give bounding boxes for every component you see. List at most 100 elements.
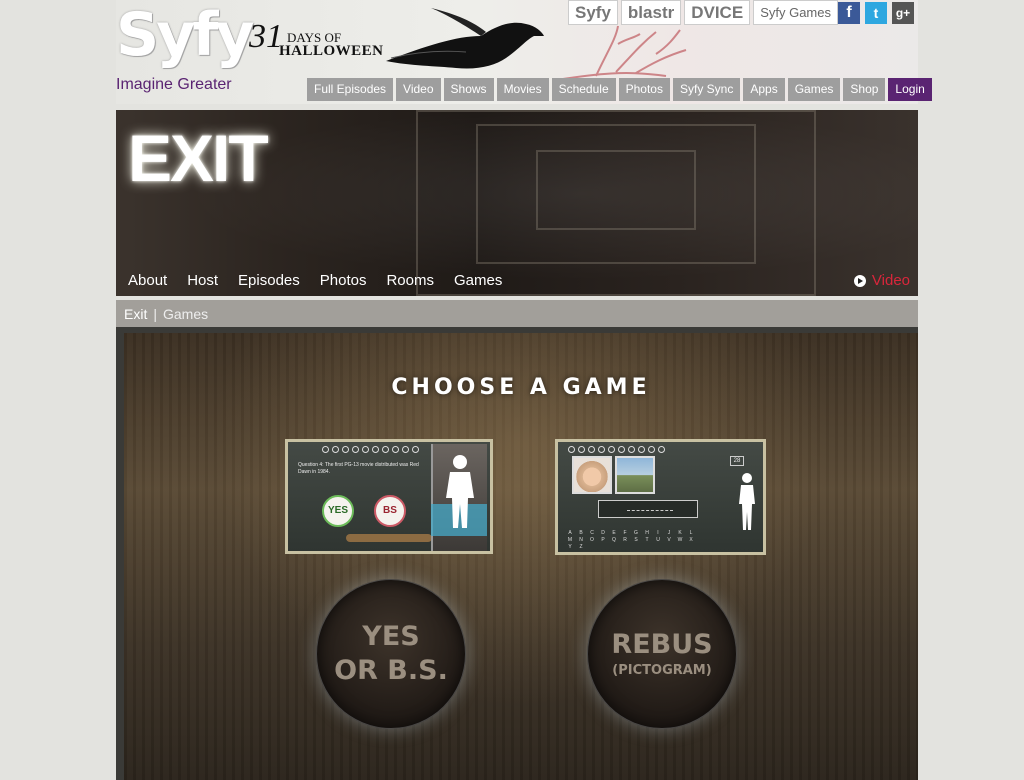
promo-number: 31 [249,18,283,55]
show-tab-photos[interactable]: Photos [320,272,367,289]
letter-key: U [656,537,660,543]
show-tab-host[interactable]: Host [187,272,218,289]
letter-key: P [601,537,605,543]
answer-blank [598,500,698,518]
progress-dot [332,446,339,453]
letter-key: F [623,530,627,536]
letter-key: A [568,530,572,536]
clue-counter: 28 [730,456,744,466]
progress-dot [628,446,635,453]
letter-keyboard: A B C D E F G H I J K L M N O P Q R S T … [566,530,696,550]
progress-dot [578,446,585,453]
letter-key: I [657,530,659,536]
tagline: Imagine Greater [116,76,232,93]
facebook-icon[interactable]: f [838,2,860,24]
letter-key: R [623,537,627,543]
letter-key: J [667,530,671,536]
nav-syfy-sync[interactable]: Syfy Sync [672,78,741,101]
letter-key: C [590,530,594,536]
letter-key: W [677,537,683,543]
31-days-of-halloween-logo[interactable]: 31 DAYS OF HALLOWEEN [249,18,383,59]
show-tab-about[interactable]: About [128,272,167,289]
letter-key: S [634,537,638,543]
letter-key: X [689,537,693,543]
letter-key: V [667,537,671,543]
page: Syfy Imagine Greater 31 DAYS OF HALLOWEE… [116,0,932,780]
question-text: Question 4: The first PG-13 movie distri… [298,462,419,475]
yes-or-bs-preview[interactable]: Question 4: The first PG-13 movie distri… [285,439,493,554]
road-picture [615,456,655,494]
baby-picture [572,456,612,494]
brand-dvice-link[interactable]: DVICE [684,0,751,25]
progress-dot [352,446,359,453]
letter-key: Y [568,544,572,550]
games-section: CHOOSE A GAME Question 4: The first PG-1… [116,327,918,780]
syfy-logo[interactable]: Syfy [116,4,255,66]
progress-dot [608,446,615,453]
show-nav: About Host Episodes Photos Rooms Games [128,272,502,289]
person-silhouette-icon [739,473,755,530]
rebus-button[interactable]: REBUS (PICTOGRAM) [587,579,737,729]
person-silhouette-icon [446,455,474,528]
breadcrumb-home[interactable]: Exit [124,306,147,322]
letter-key: Q [612,537,616,543]
bs-bubble: BS [374,495,406,527]
progress-dot [648,446,655,453]
site-header: Syfy Imagine Greater 31 DAYS OF HALLOWEE… [116,0,932,104]
video-link[interactable]: Video [853,272,910,289]
google-plus-icon[interactable]: g+ [892,2,914,24]
corridor-frame [536,150,696,230]
letter-key: D [601,530,605,536]
nav-photos[interactable]: Photos [618,78,670,101]
crow-illustration [386,8,544,69]
video-link-label: Video [871,272,910,289]
nav-games[interactable]: Games [787,78,841,101]
rebus-preview[interactable]: 28 A B C D E F G H I J K L M N O P Q R S… [555,439,766,555]
breadcrumb-separator: | [153,305,157,322]
rebus-title-line2: (PICTOGRAM) [612,663,712,678]
progress-dot [598,446,605,453]
yes-or-bs-title-line2: OR B.S. [334,655,448,686]
login-button[interactable]: Login [888,78,932,101]
progress-dot [588,446,595,453]
letter-key: E [612,530,616,536]
progress-dot [618,446,625,453]
show-tab-rooms[interactable]: Rooms [386,272,434,289]
nav-apps[interactable]: Apps [743,78,785,101]
letter-key: B [579,530,583,536]
twitter-icon[interactable]: t [865,2,887,24]
yes-or-bs-title-line1: YES [362,621,420,652]
nav-video[interactable]: Video [396,78,441,101]
nav-full-episodes[interactable]: Full Episodes [307,78,394,101]
progress-dot [658,446,665,453]
pipe [346,534,432,542]
promo-line2: HALLOWEEN [279,43,384,59]
progress-dot [382,446,389,453]
yes-or-bs-button[interactable]: YES OR B.S. [316,579,466,729]
nav-shows[interactable]: Shows [443,78,494,101]
show-tab-episodes[interactable]: Episodes [238,272,300,289]
progress-dot [412,446,419,453]
nav-movies[interactable]: Movies [496,78,549,101]
letter-key: L [689,530,693,536]
show-title: EXIT [128,121,269,195]
letter-key: N [579,537,583,543]
nav-schedule[interactable]: Schedule [551,78,616,101]
game-chooser: CHOOSE A GAME Question 4: The first PG-1… [124,333,918,780]
letter-key: T [645,537,649,543]
nav-shop[interactable]: Shop [843,78,886,101]
branch-illustration [556,25,687,81]
brand-syfy-link[interactable]: Syfy [568,0,618,25]
play-icon [853,274,866,287]
progress-dot [402,446,409,453]
progress-dots [322,446,419,453]
brand-blastr-link[interactable]: blastr [620,0,682,25]
progress-dots [568,446,665,453]
breadcrumb: Exit | Games [116,300,918,327]
progress-dot [638,446,645,453]
progress-dot [568,446,575,453]
letter-key: Z [579,544,583,550]
brand-syfy-games-link[interactable]: Syfy Games [753,0,838,25]
rebus-title-line1: REBUS [611,629,713,660]
show-tab-games[interactable]: Games [454,272,502,289]
